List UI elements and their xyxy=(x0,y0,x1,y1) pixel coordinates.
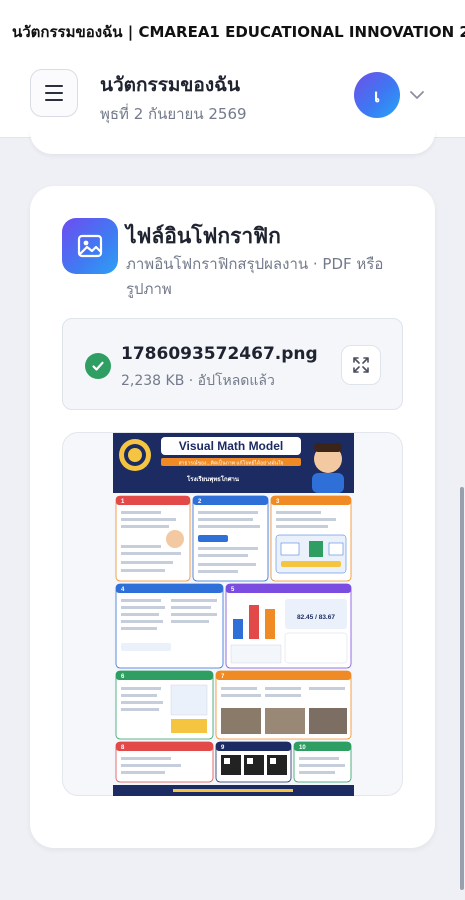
current-date: พุธที่ 2 กันยายน 2569 xyxy=(100,105,247,123)
chevron-down-icon[interactable] xyxy=(408,86,426,104)
image-icon xyxy=(62,218,118,274)
check-circle-icon xyxy=(85,353,111,379)
infographic-poster: Visual Math Model สาธารณ์ของ...คิดเป็นภา… xyxy=(113,433,354,796)
hamburger-menu-icon xyxy=(45,85,63,87)
poster-section-10: 10 xyxy=(299,745,306,751)
file-meta: 2,238 KB · อัปโหลดแล้ว xyxy=(121,373,275,389)
poster-tagline: สาธารณ์ของ...คิดเป็นภาพ แก้โจทย์ได้อย่าง… xyxy=(179,459,284,467)
uploaded-file-row: 1786093572467.png 2,238 KB · อัปโหลดแล้ว xyxy=(62,318,403,410)
hamburger-menu-icon-bar xyxy=(45,99,63,101)
browser-page-title: นวัตกรรมของฉัน | CMAREA1 EDUCATIONAL INN… xyxy=(0,0,465,52)
page-title: นวัตกรรมของฉัน xyxy=(100,74,241,96)
user-avatar[interactable]: เ xyxy=(354,72,400,118)
hamburger-menu-icon-bar xyxy=(45,92,63,94)
file-preview[interactable]: Visual Math Model สาธารณ์ของ...คิดเป็นภา… xyxy=(62,432,403,796)
expand-button[interactable] xyxy=(341,345,381,385)
expand-icon xyxy=(353,357,369,373)
page-scrollbar[interactable] xyxy=(460,487,464,890)
file-name: 1786093572467.png xyxy=(121,344,318,364)
previous-card xyxy=(30,130,435,154)
menu-button[interactable] xyxy=(30,69,78,117)
poster-stat: 82.45 / 83.67 xyxy=(297,614,335,621)
poster-school: โรงเรียนพุทธโกศาน xyxy=(186,475,240,483)
infographic-file-card: ไฟล์อินโฟกราฟิก ภาพอินโฟกราฟิกสรุปผลงาน … xyxy=(30,186,435,848)
poster-title: Visual Math Model xyxy=(179,439,283,453)
app-header: นวัตกรรมของฉัน พุธที่ 2 กันยายน 2569 เ xyxy=(0,52,465,138)
card-subtitle: ภาพอินโฟกราฟิกสรุปผลงาน · PDF หรือรูปภาพ xyxy=(126,255,384,298)
card-title: ไฟล์อินโฟกราฟิก xyxy=(126,224,281,248)
infographic-preview-image[interactable]: Visual Math Model สาธารณ์ของ...คิดเป็นภา… xyxy=(113,433,354,796)
